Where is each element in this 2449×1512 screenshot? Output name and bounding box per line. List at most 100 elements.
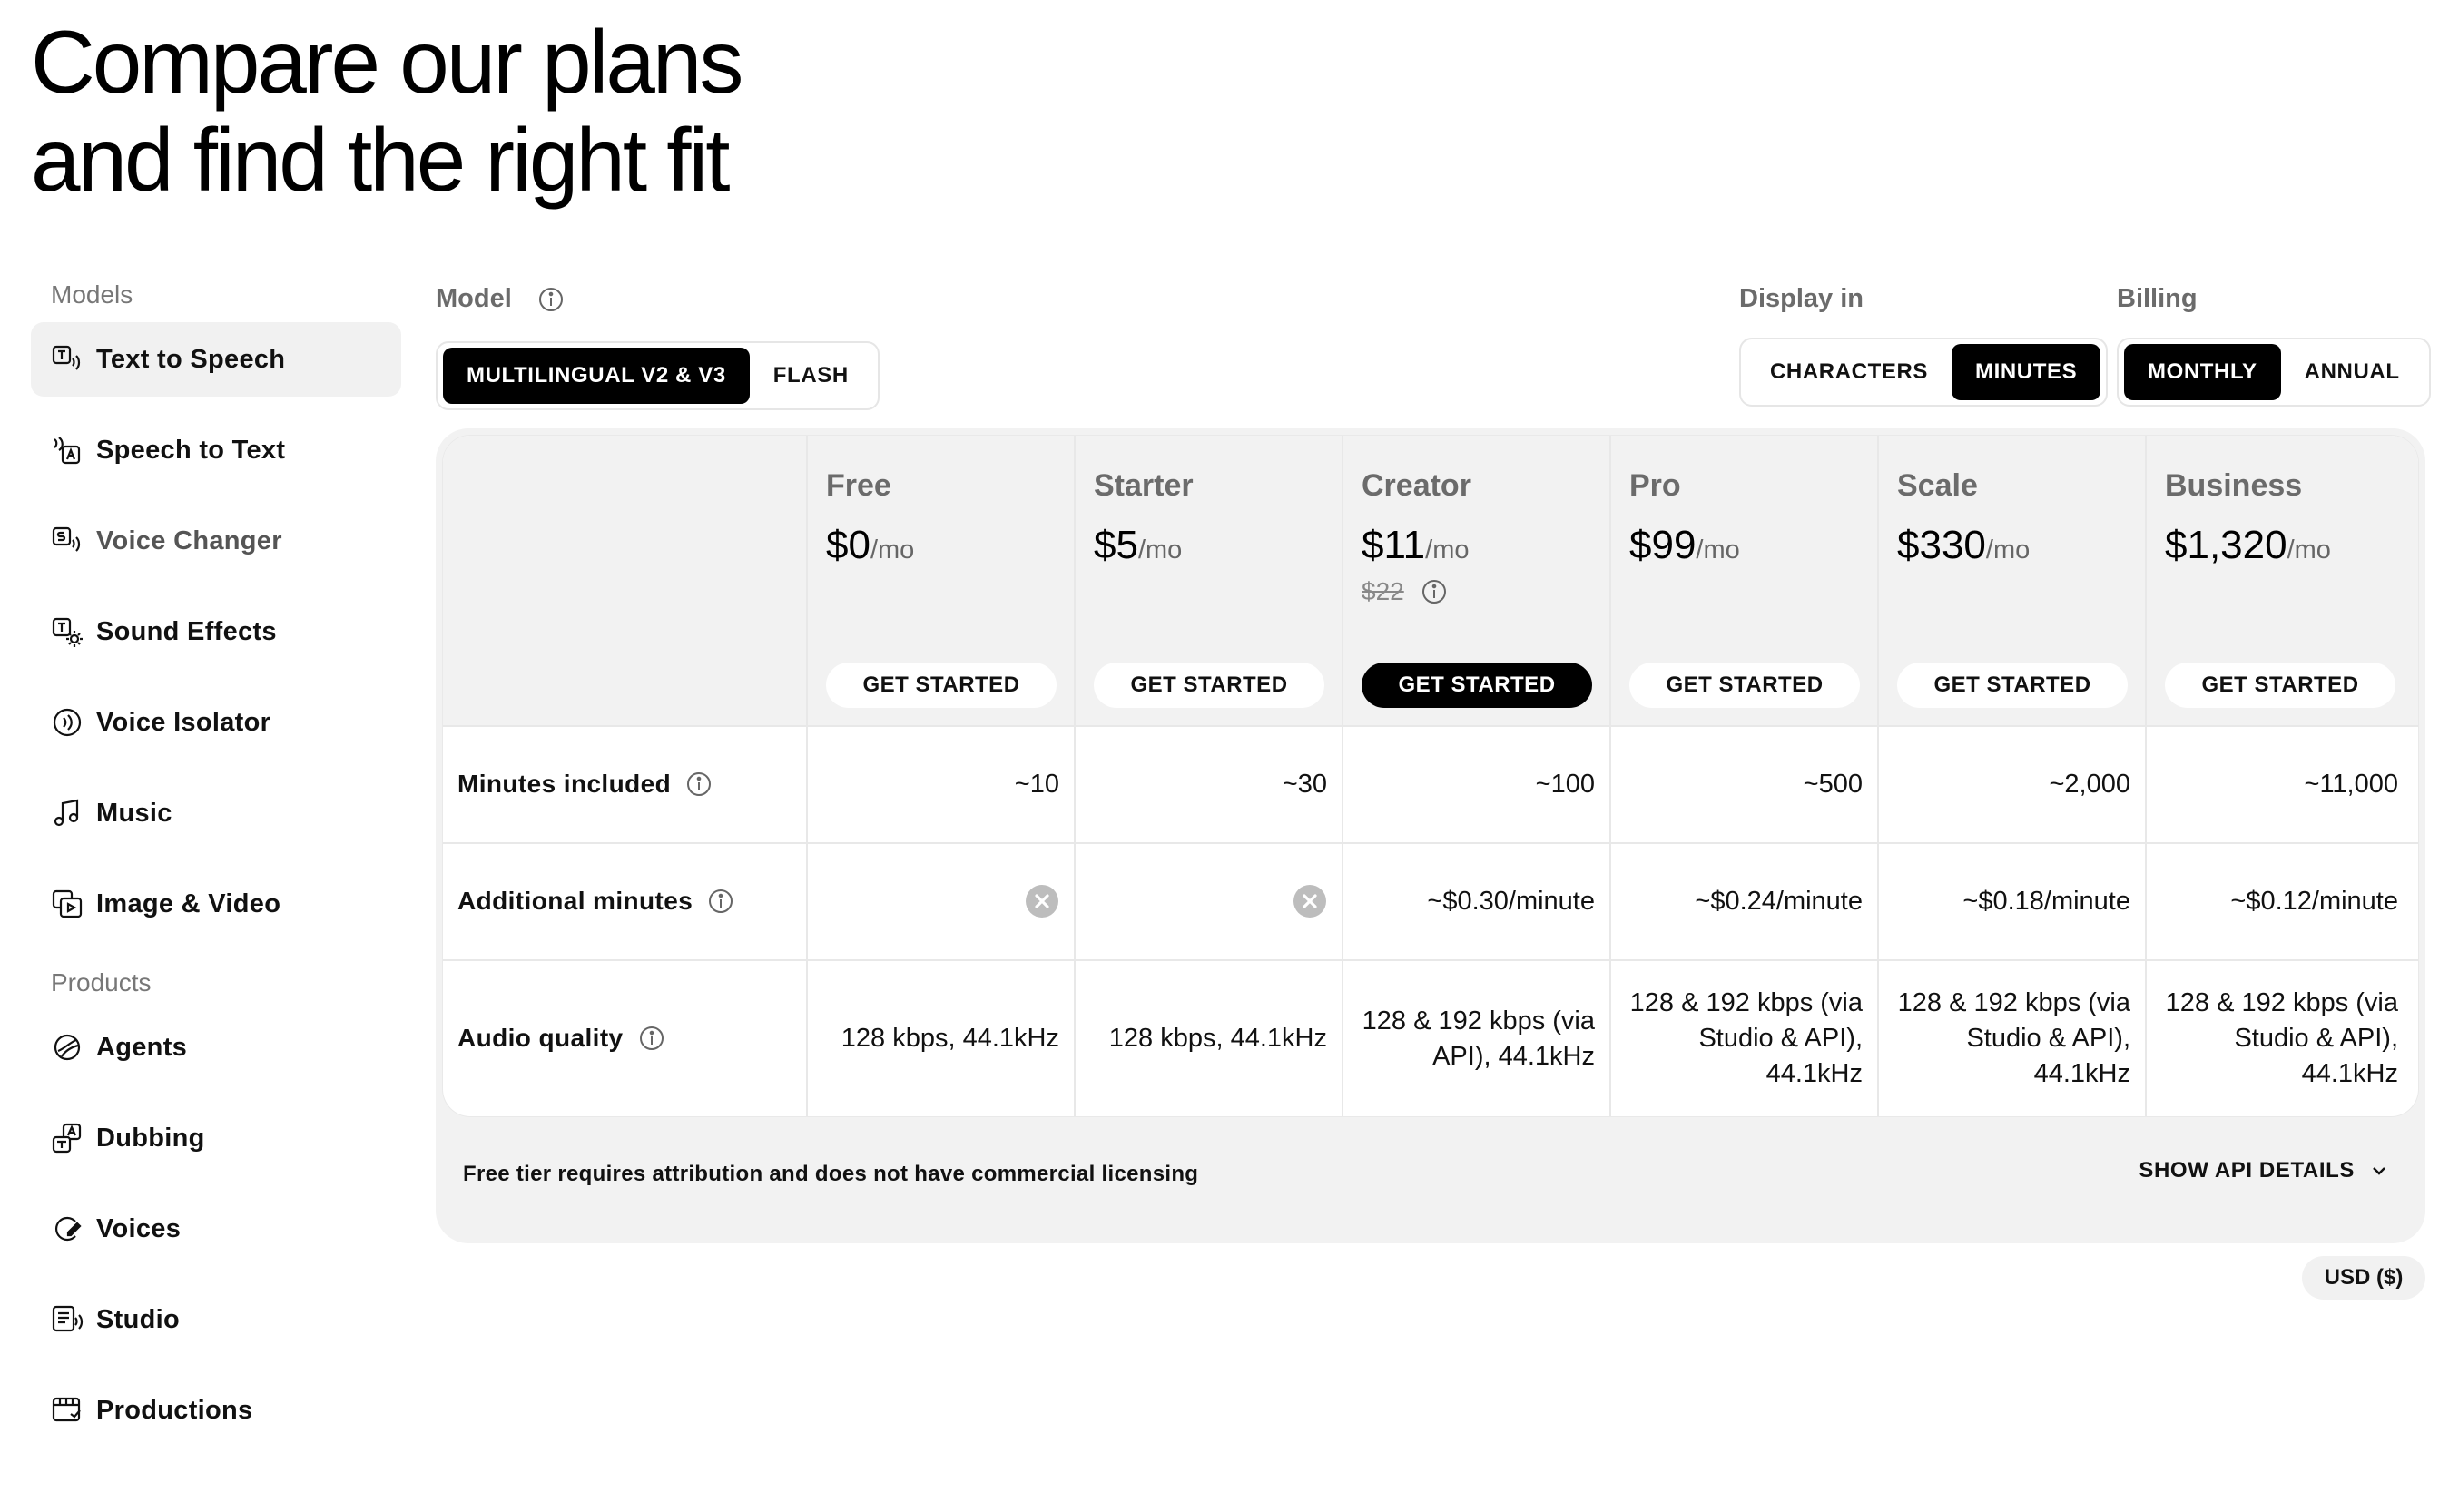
- info-icon[interactable]: [707, 888, 734, 915]
- get-started-button-scale[interactable]: GET STARTED: [1897, 663, 2128, 708]
- billing-option-monthly[interactable]: MONTHLY: [2124, 344, 2281, 400]
- plan-price-period: /mo: [870, 535, 915, 565]
- not-included-icon: [1026, 885, 1058, 918]
- get-started-button-starter[interactable]: GET STARTED: [1094, 663, 1324, 708]
- plan-price: $330/mo: [1897, 523, 2030, 568]
- sidebar-item-label: Text to Speech: [96, 344, 286, 374]
- row-label-text: Audio quality: [457, 1024, 624, 1052]
- plan-price-period: /mo: [2287, 535, 2331, 565]
- sound-effects-icon: [51, 615, 84, 648]
- sidebar-item-label: Voice Isolator: [96, 707, 271, 737]
- info-icon[interactable]: [638, 1025, 665, 1052]
- voices-icon: [51, 1213, 84, 1245]
- sidebar-item-productions[interactable]: Productions: [31, 1373, 401, 1448]
- plan-price-period: /mo: [1985, 535, 2031, 565]
- plan-price-amount: $330: [1897, 523, 1986, 567]
- model-selector: MULTILINGUAL V2 & V3 FLASH: [436, 341, 880, 410]
- sidebar-item-speech-to-text[interactable]: Speech to Text: [31, 413, 401, 487]
- plan-header-free: Free $0/mo GET STARTED: [808, 436, 1076, 726]
- sidebar-item-label: Studio: [96, 1304, 181, 1334]
- plan-price-period: /mo: [1696, 535, 1740, 565]
- get-started-button-pro[interactable]: GET STARTED: [1629, 663, 1860, 708]
- cell-audio-quality: 128 & 192 kbps (via API), 44.1kHz: [1362, 1006, 1595, 1071]
- sidebar-item-label: Agents: [96, 1032, 188, 1062]
- sidebar-item-voices[interactable]: Voices: [31, 1192, 401, 1266]
- get-started-button-free[interactable]: GET STARTED: [826, 663, 1057, 708]
- cell-minutes-included: ~30: [1282, 769, 1327, 799]
- sidebar-item-studio[interactable]: Studio: [31, 1282, 401, 1357]
- row-label-additional-minutes: Additional minutes: [457, 879, 734, 923]
- sidebar-item-sound-effects[interactable]: Sound Effects: [31, 594, 401, 669]
- info-icon[interactable]: [537, 286, 565, 313]
- plan-name: Pro: [1629, 468, 1681, 503]
- plan-header-starter: Starter $5/mo GET STARTED: [1076, 436, 1343, 726]
- info-icon[interactable]: [1421, 578, 1448, 605]
- plan-header-business: Business $1,320/mo GET STARTED: [2147, 436, 2415, 726]
- studio-icon: [51, 1303, 84, 1336]
- sidebar-item-label: Music: [96, 798, 172, 828]
- sidebar-item-dubbing[interactable]: Dubbing: [31, 1101, 401, 1175]
- billing-label: Billing: [2117, 284, 2198, 313]
- show-api-details-toggle[interactable]: SHOW API DETAILS: [2139, 1158, 2391, 1183]
- sidebar-item-image-video[interactable]: Image & Video: [31, 867, 401, 941]
- productions-icon: [51, 1394, 84, 1427]
- sidebar-item-label: Voice Changer: [96, 525, 282, 555]
- page-title-line-1: Compare our plans: [31, 12, 743, 112]
- billing-option-annual[interactable]: ANNUAL: [2281, 344, 2424, 400]
- plan-price-amount: $99: [1629, 523, 1697, 567]
- plan-header-scale: Scale $330/mo GET STARTED: [1879, 436, 2147, 726]
- plan-header-creator: Creator $11/mo $22 GET STARTED: [1343, 436, 1611, 726]
- model-label-text: Model: [436, 284, 512, 313]
- display-option-minutes[interactable]: MINUTES: [1952, 344, 2101, 400]
- display-option-characters[interactable]: CHARACTERS: [1746, 344, 1952, 400]
- cell-minutes-included: ~100: [1535, 769, 1595, 799]
- show-api-details-label: SHOW API DETAILS: [2139, 1158, 2355, 1183]
- plan-name: Business: [2165, 468, 2303, 503]
- sidebar-item-label: Sound Effects: [96, 616, 277, 646]
- model-option-multilingual[interactable]: MULTILINGUAL V2 & V3: [443, 348, 750, 404]
- cell-audio-quality: 128 & 192 kbps (via Studio & API), 44.1k…: [2165, 988, 2398, 1088]
- model-option-flash[interactable]: FLASH: [750, 348, 872, 404]
- sidebar-item-voice-changer[interactable]: Voice Changer: [31, 504, 401, 578]
- cell-audio-quality: 128 kbps, 44.1kHz: [841, 1024, 1059, 1053]
- sidebar-item-agents[interactable]: Agents: [31, 1010, 401, 1085]
- sidebar-item-label: Dubbing: [96, 1123, 205, 1153]
- sidebar-item-label: Image & Video: [96, 889, 281, 918]
- cell-additional-minutes: ~$0.24/minute: [1695, 886, 1863, 916]
- plan-price: $5/mo: [1094, 523, 1182, 568]
- display-in-label: Display in: [1739, 284, 1864, 313]
- sidebar: Models Text to Speech Speech to Text Voi…: [31, 277, 401, 1448]
- chevron-down-icon: [2373, 1167, 2385, 1175]
- info-icon[interactable]: [685, 771, 713, 798]
- sidebar-item-voice-isolator[interactable]: Voice Isolator: [31, 685, 401, 760]
- row-label-text: Additional minutes: [457, 887, 693, 915]
- cell-audio-quality: 128 & 192 kbps (via Studio & API), 44.1k…: [1629, 988, 1863, 1088]
- cell-audio-quality: 128 kbps, 44.1kHz: [1108, 1024, 1327, 1053]
- agents-icon: [51, 1031, 84, 1064]
- free-tier-note: Free tier requires attribution and does …: [463, 1162, 1199, 1186]
- plan-name: Scale: [1897, 468, 1978, 503]
- get-started-button-business[interactable]: GET STARTED: [2165, 663, 2395, 708]
- plan-price: $1,320/mo: [2165, 523, 2331, 568]
- get-started-button-creator[interactable]: GET STARTED: [1362, 663, 1592, 708]
- sidebar-item-music[interactable]: Music: [31, 776, 401, 850]
- sidebar-item-label: Voices: [96, 1213, 182, 1243]
- cell-minutes-included: ~10: [1014, 769, 1059, 799]
- voice-changer-icon: [51, 525, 84, 557]
- sidebar-item-text-to-speech[interactable]: Text to Speech: [31, 322, 401, 397]
- display-unit-selector: CHARACTERS MINUTES: [1739, 338, 2109, 407]
- plan-price: $99/mo: [1629, 523, 1740, 568]
- dubbing-icon: [51, 1122, 84, 1154]
- music-note-icon: [51, 797, 84, 830]
- not-included-icon: [1293, 885, 1326, 918]
- billing-period-selector: MONTHLY ANNUAL: [2117, 338, 2431, 407]
- cell-additional-minutes: [1076, 843, 1343, 959]
- plan-name: Free: [826, 468, 891, 503]
- row-label-minutes-included: Minutes included: [457, 762, 713, 806]
- currency-selector[interactable]: USD ($): [2302, 1256, 2425, 1300]
- sidebar-heading-models: Models: [51, 280, 133, 309]
- row-label-audio-quality: Audio quality: [457, 1016, 665, 1060]
- plan-price-period: /mo: [1425, 535, 1470, 565]
- cell-minutes-included: ~11,000: [2304, 769, 2398, 799]
- page-title-line-2: and find the right fit: [31, 110, 731, 210]
